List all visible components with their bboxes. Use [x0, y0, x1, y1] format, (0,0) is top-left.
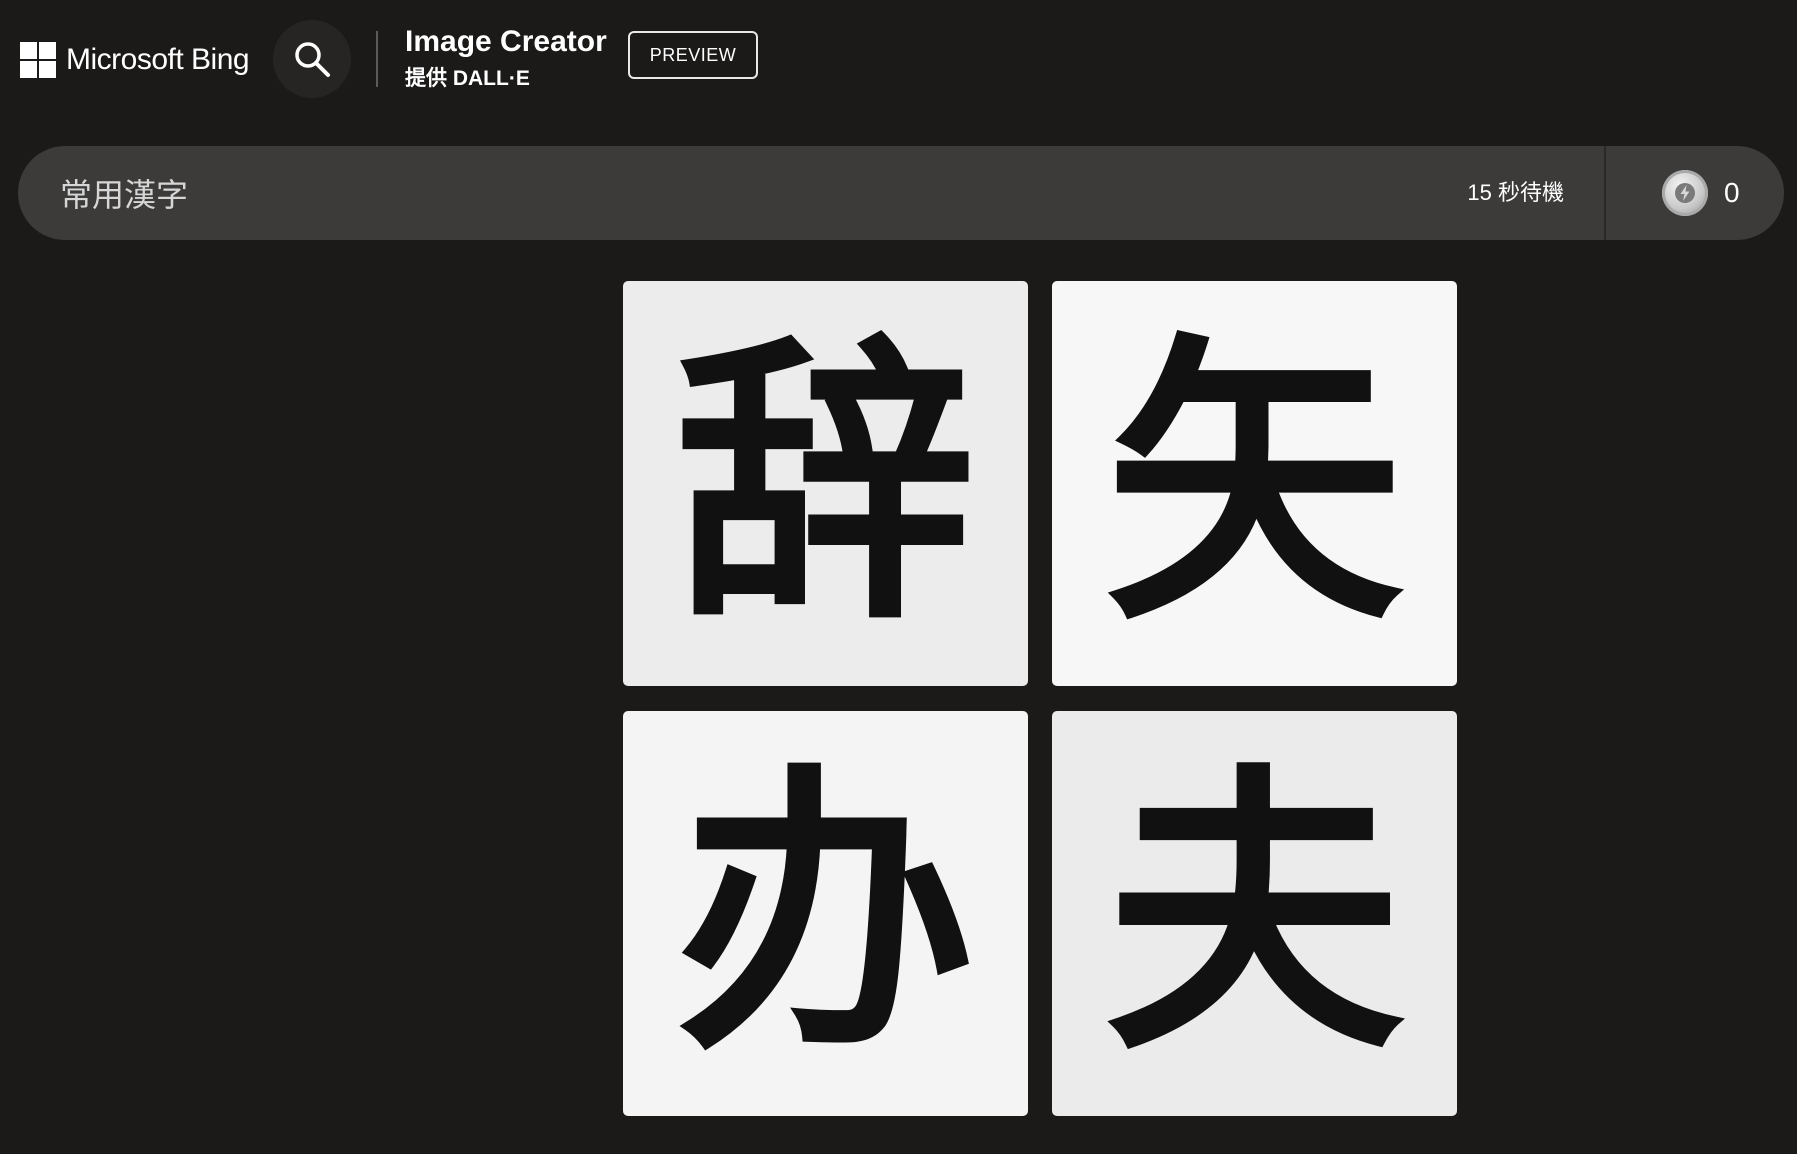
- kanji-image-glyph: 办: [675, 736, 976, 1090]
- kanji-image-glyph: 辞: [675, 306, 976, 660]
- result-image-4[interactable]: 夫: [1052, 711, 1457, 1116]
- kanji-image-glyph: 夫: [1104, 736, 1405, 1090]
- title-block: Image Creator 提供 DALL·E: [405, 24, 607, 94]
- image-creator-page: Microsoft Bing Image Creator 提供 DALL·E P…: [0, 0, 1797, 1154]
- search-button[interactable]: [273, 20, 351, 98]
- boost-coin-icon: [1662, 170, 1708, 216]
- page-subtitle: 提供 DALL·E: [405, 67, 530, 90]
- kanji-image-glyph: 矢: [1104, 306, 1405, 660]
- result-image-3[interactable]: 办: [623, 711, 1028, 1116]
- wait-status: 15 秒待機: [1467, 180, 1564, 205]
- result-image-1[interactable]: 辞: [623, 281, 1028, 686]
- result-image-2[interactable]: 矢: [1052, 281, 1457, 686]
- brand-name: Microsoft Bing: [66, 43, 250, 76]
- search-icon: [295, 42, 330, 77]
- preview-badge: PREVIEW: [628, 31, 758, 79]
- boost-count: 0: [1724, 177, 1740, 208]
- header-divider: [376, 31, 378, 87]
- boost-button[interactable]: 0: [1606, 146, 1784, 240]
- prompt-bar: 15 秒待機 0: [18, 146, 1784, 240]
- microsoft-bing-logo[interactable]: Microsoft Bing: [20, 40, 250, 80]
- page-title: Image Creator: [405, 25, 607, 58]
- prompt-input[interactable]: [60, 146, 1360, 240]
- microsoft-logo-icon: [20, 42, 56, 78]
